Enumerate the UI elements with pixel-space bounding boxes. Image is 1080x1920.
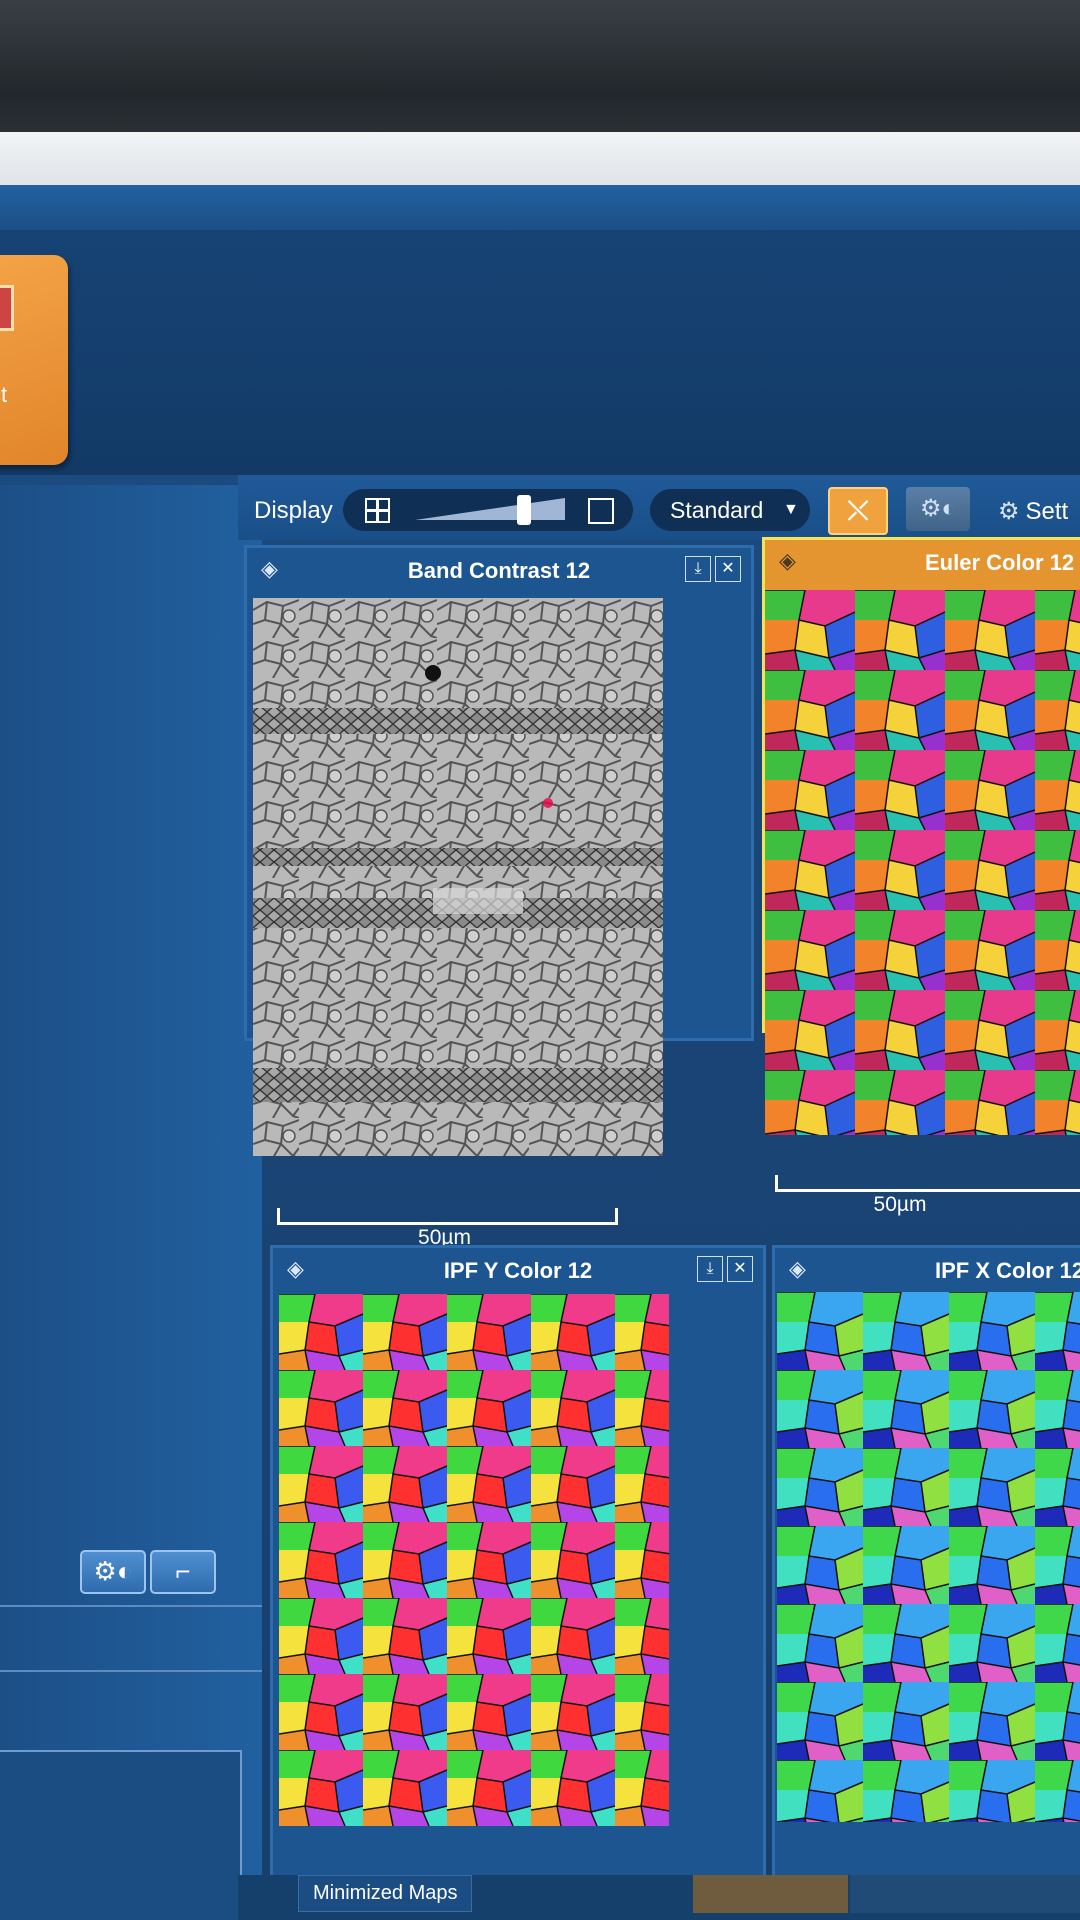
close-icon[interactable]: ✕	[727, 1256, 753, 1282]
map-size-slider[interactable]	[415, 495, 565, 525]
euler-color-image	[765, 590, 1080, 1135]
euler-color-map	[765, 590, 1080, 1135]
layout-mode-value: Standard	[670, 497, 764, 523]
histogram-curve-button[interactable]: ⌐	[150, 1550, 216, 1594]
bottom-tab[interactable]	[693, 1875, 848, 1913]
properties-box	[0, 1750, 242, 1920]
bottom-tab[interactable]	[850, 1875, 1080, 1913]
gear-icon: ⚙	[998, 498, 1020, 525]
panel-header: ◈ IPF X Color 12	[775, 1248, 1080, 1288]
scale-bar	[277, 1208, 618, 1225]
bottom-tab-bar: Minimized Maps	[238, 1875, 1080, 1920]
panel-title: Euler Color 12	[925, 550, 1075, 575]
grid-view-icon[interactable]	[365, 498, 390, 523]
monitor-bezel	[0, 0, 1080, 135]
display-size-control	[343, 489, 633, 531]
export-icon[interactable]: ⤓	[697, 1256, 723, 1282]
display-label: Display	[254, 497, 333, 524]
ipf-y-map	[279, 1294, 669, 1826]
brightness-icon: ⚙◐	[919, 495, 956, 522]
window-titlebar	[0, 132, 1080, 187]
panel-title: IPF X Color 12	[935, 1258, 1080, 1283]
layout-mode-select[interactable]: Standard ▼	[650, 489, 810, 531]
acquire-icon	[0, 285, 14, 331]
slider-thumb[interactable]	[517, 495, 531, 525]
acquire-action-label: ct	[0, 382, 8, 407]
panel-title: Band Contrast 12	[407, 558, 591, 583]
ebsd-application: ct ⚙◐ ⌐ Display Standard ▼	[0, 185, 1080, 1920]
link-icon: ⤬	[847, 495, 869, 525]
single-view-icon[interactable]	[588, 498, 614, 524]
ipf-x-image	[777, 1292, 1080, 1822]
map-panel-euler-color[interactable]: ◈ Euler Color 12 50µm	[762, 537, 1080, 1216]
ribbon-tab-strip	[0, 185, 1080, 230]
chevron-down-icon: ▼	[783, 501, 799, 518]
ipf-x-map	[777, 1292, 1080, 1822]
close-icon[interactable]: ✕	[715, 556, 741, 582]
ribbon: ct	[0, 185, 1080, 475]
panel-header: ◈ Euler Color 12	[765, 540, 1080, 580]
panel-header: ◈ IPF Y Color 12 ⤓ ✕	[273, 1248, 763, 1288]
scale-label: 50µm	[873, 1193, 927, 1216]
brightness-settings-button[interactable]: ⚙◐	[906, 487, 970, 531]
layers-icon[interactable]: ◈	[779, 548, 796, 574]
map-panel-band-contrast[interactable]: ◈ Band Contrast 12 ⤓ ✕ 50µm	[244, 545, 754, 1249]
layers-icon[interactable]: ◈	[789, 1256, 806, 1282]
link-maps-button[interactable]: ⤬	[828, 487, 888, 535]
map-panel-ipf-y[interactable]: ◈ IPF Y Color 12 ⤓ ✕	[270, 1245, 766, 1911]
map-settings-button[interactable]: ⚙◐	[80, 1550, 146, 1594]
settings-brightness-icon: ⚙◐	[93, 1556, 133, 1586]
band-contrast-image	[253, 598, 663, 1156]
divider	[0, 1670, 262, 1672]
scale-bar	[775, 1175, 1080, 1192]
minimized-maps-tab[interactable]: Minimized Maps	[298, 1875, 473, 1912]
left-side-panel: ⚙◐ ⌐	[0, 485, 262, 1920]
panel-header: ◈ Band Contrast 12 ⤓ ✕	[247, 548, 751, 588]
map-panel-ipf-x[interactable]: ◈ IPF X Color 12	[772, 1245, 1080, 1911]
panel-title: IPF Y Color 12	[443, 1258, 593, 1283]
settings-label: Sett	[1025, 498, 1069, 525]
display-toolbar: Display Standard ▼ ⤬ ⚙◐ ⚙ Sett	[238, 475, 1080, 540]
export-icon[interactable]: ⤓	[685, 556, 711, 582]
band-contrast-map	[253, 598, 663, 1156]
ipf-y-image	[279, 1294, 669, 1826]
acquire-action-button[interactable]: ct	[0, 255, 68, 465]
settings-button[interactable]: ⚙ Sett	[998, 497, 1068, 526]
divider	[0, 1605, 262, 1607]
curve-icon: ⌐	[175, 1556, 191, 1586]
